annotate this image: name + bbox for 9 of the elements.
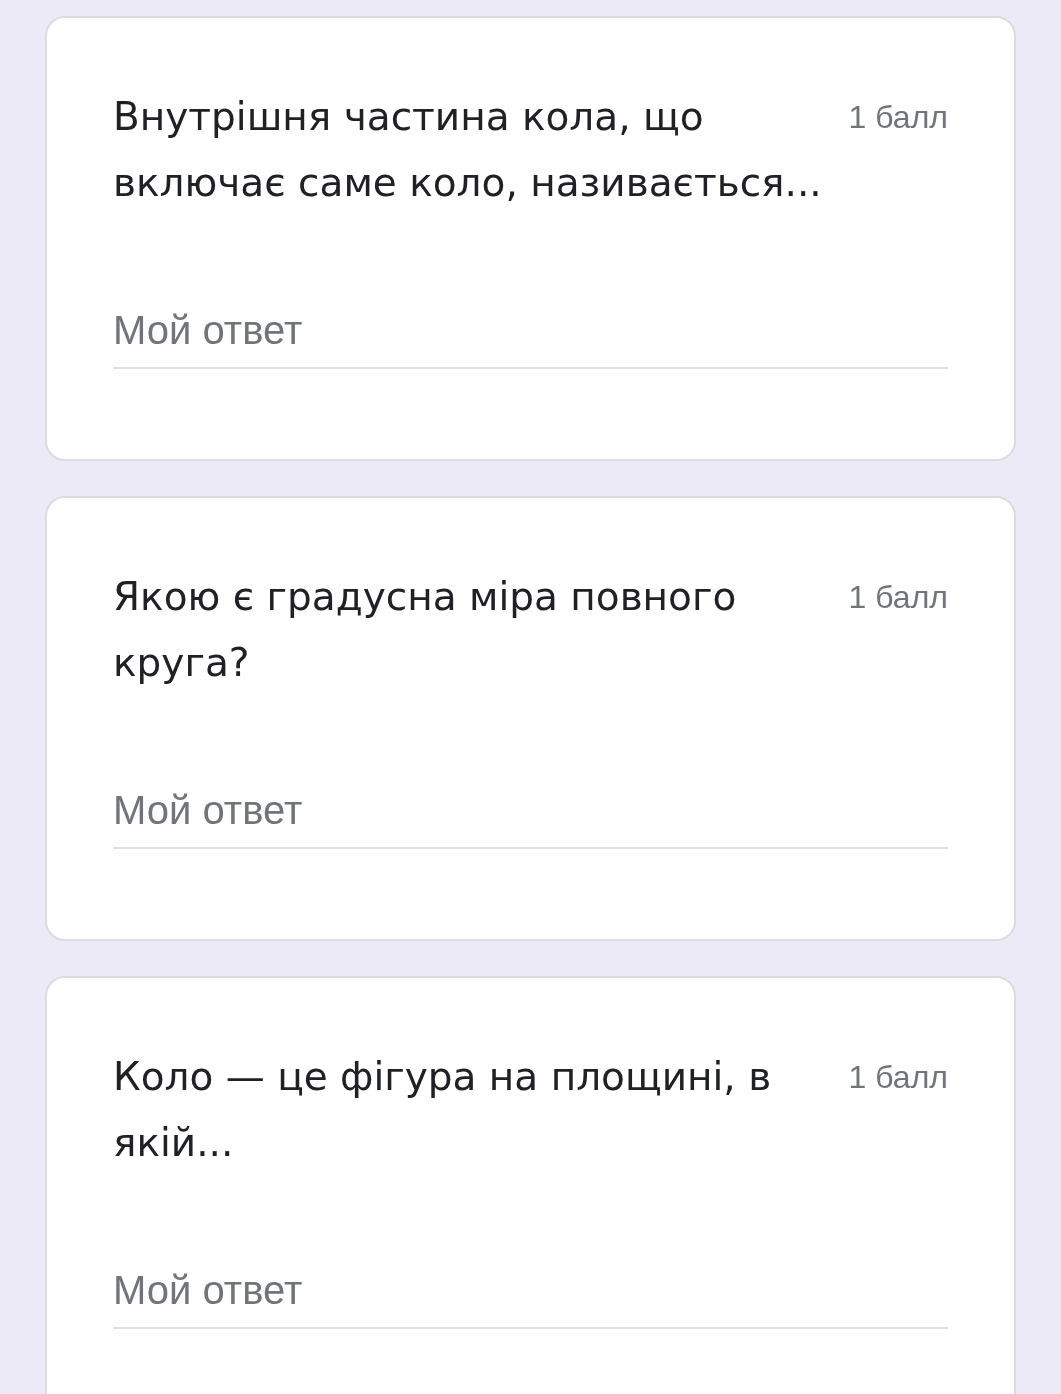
question-text: Коло — це фігура на площині, в якій... xyxy=(113,1053,773,1167)
answer-field[interactable]: Мой ответ xyxy=(113,305,948,369)
points-label: 1 балл xyxy=(848,1058,948,1097)
question-text: Якою є градусна міра повного круга? xyxy=(113,573,738,687)
points-label: 1 балл xyxy=(848,578,948,617)
answer-field[interactable]: Мой ответ xyxy=(113,785,948,849)
question-text: Внутрішня частина кола, що включає саме коло, називається... xyxy=(113,93,823,207)
points-label: 1 балл xyxy=(848,98,948,137)
answer-field[interactable]: Мой ответ xyxy=(113,1265,948,1329)
